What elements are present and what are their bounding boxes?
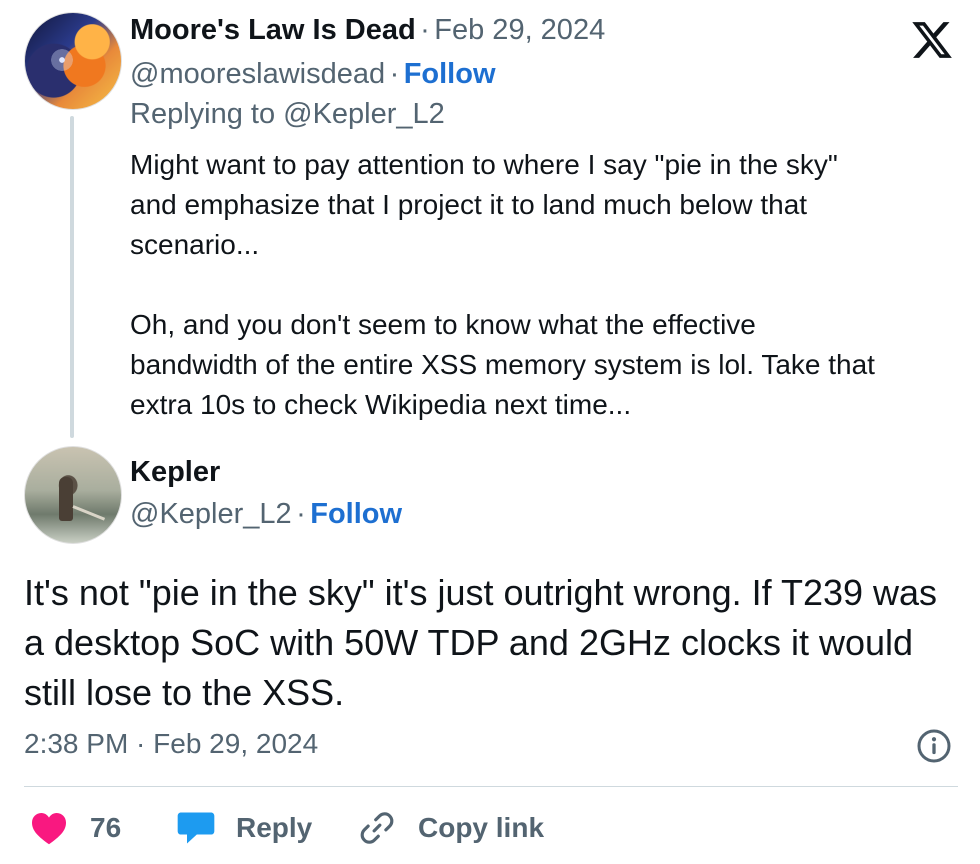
avatar-art: [59, 477, 73, 521]
author-handle[interactable]: @mooreslawisdead: [130, 58, 385, 90]
like-button[interactable]: 76: [30, 806, 121, 850]
follow-button[interactable]: Follow: [404, 58, 496, 90]
author-name[interactable]: Moore's Law Is Dead: [130, 14, 416, 46]
author-name[interactable]: Kepler: [130, 456, 220, 489]
tweet-timestamp[interactable]: 2:38 PM · Feb 29, 2024: [24, 728, 318, 760]
separator-dot: ·: [389, 58, 400, 90]
follow-button[interactable]: Follow: [310, 498, 402, 530]
main-tweet-text: It's not "pie in the sky" it's just outr…: [24, 572, 938, 713]
likes-count: 76: [90, 812, 122, 843]
avatar-art: [72, 505, 106, 521]
tweet-paragraph: Might want to pay attention to where I s…: [130, 149, 838, 260]
x-logo-icon[interactable]: [910, 18, 954, 62]
author-avatar[interactable]: [24, 12, 122, 110]
divider: [24, 786, 958, 787]
separator-dot: ·: [296, 498, 306, 530]
replying-to-label[interactable]: Replying to @Kepler_L2: [130, 98, 445, 131]
reply-label: Reply: [236, 812, 313, 843]
tweet-date[interactable]: Feb 29, 2024: [434, 14, 605, 46]
author-handle[interactable]: @Kepler_L2: [130, 498, 292, 530]
avatar-art: [43, 41, 81, 79]
separator-dot: ·: [420, 14, 430, 46]
heart-icon: [32, 813, 66, 845]
copy-link-button[interactable]: Copy link: [358, 806, 544, 850]
reply-tweet-handle-row: @mooreslawisdead · Follow: [130, 58, 496, 91]
author-avatar[interactable]: [24, 446, 122, 544]
reply-tweet-text: Might want to pay attention to where I s…: [130, 145, 970, 425]
info-icon[interactable]: [916, 728, 952, 764]
tweet-paragraph: Oh, and you don't seem to know what the …: [130, 309, 875, 420]
copy-link-label: Copy link: [418, 812, 545, 843]
thread-connector-line: [70, 116, 74, 438]
reply-tweet-header: Moore's Law Is Dead · Feb 29, 2024: [130, 14, 605, 47]
main-tweet-handle-row: @Kepler_L2 · Follow: [130, 498, 402, 531]
reply-button[interactable]: Reply: [176, 806, 312, 850]
link-icon: [360, 812, 394, 844]
speech-bubble-icon: [177, 812, 215, 844]
